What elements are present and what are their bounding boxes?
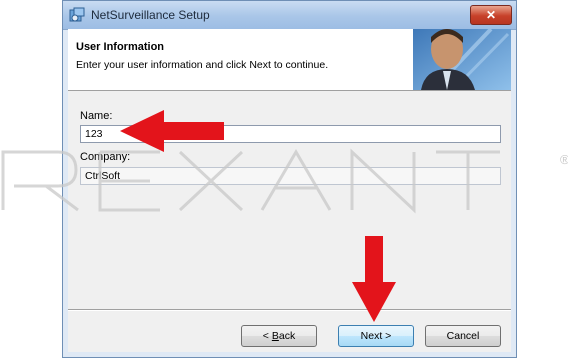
cancel-button[interactable]: Cancel (425, 325, 501, 347)
window-title: NetSurveillance Setup (91, 8, 210, 22)
footer-divider (68, 309, 511, 311)
back-button-accel: B (271, 330, 279, 342)
name-label: Name: (80, 110, 113, 122)
close-button[interactable]: ✕ (470, 5, 512, 25)
back-button[interactable]: < Back (241, 325, 317, 347)
page-title: User Information (76, 41, 165, 53)
next-button[interactable]: Next > (338, 325, 414, 347)
company-field[interactable]: CtrlSoft (80, 167, 501, 185)
setup-icon (69, 7, 85, 22)
back-button-arrow: < (262, 330, 272, 342)
setup-window: NetSurveillance Setup ✕ User Information… (62, 0, 517, 358)
name-field[interactable]: 123 (80, 125, 501, 143)
next-button-label: Next > (360, 330, 392, 342)
close-icon: ✕ (485, 8, 497, 22)
cancel-button-label: Cancel (446, 330, 480, 342)
back-button-label: ack (278, 330, 296, 342)
title-bar[interactable]: NetSurveillance Setup ✕ (63, 1, 516, 30)
company-label: Company: (80, 151, 131, 163)
wizard-header: User Information Enter your user informa… (68, 29, 511, 91)
watermark-registered-mark: ® (560, 152, 568, 167)
page-subtitle: Enter your user information and click Ne… (76, 59, 329, 71)
dialog-body: User Information Enter your user informa… (68, 29, 511, 352)
header-banner-image (413, 29, 511, 90)
